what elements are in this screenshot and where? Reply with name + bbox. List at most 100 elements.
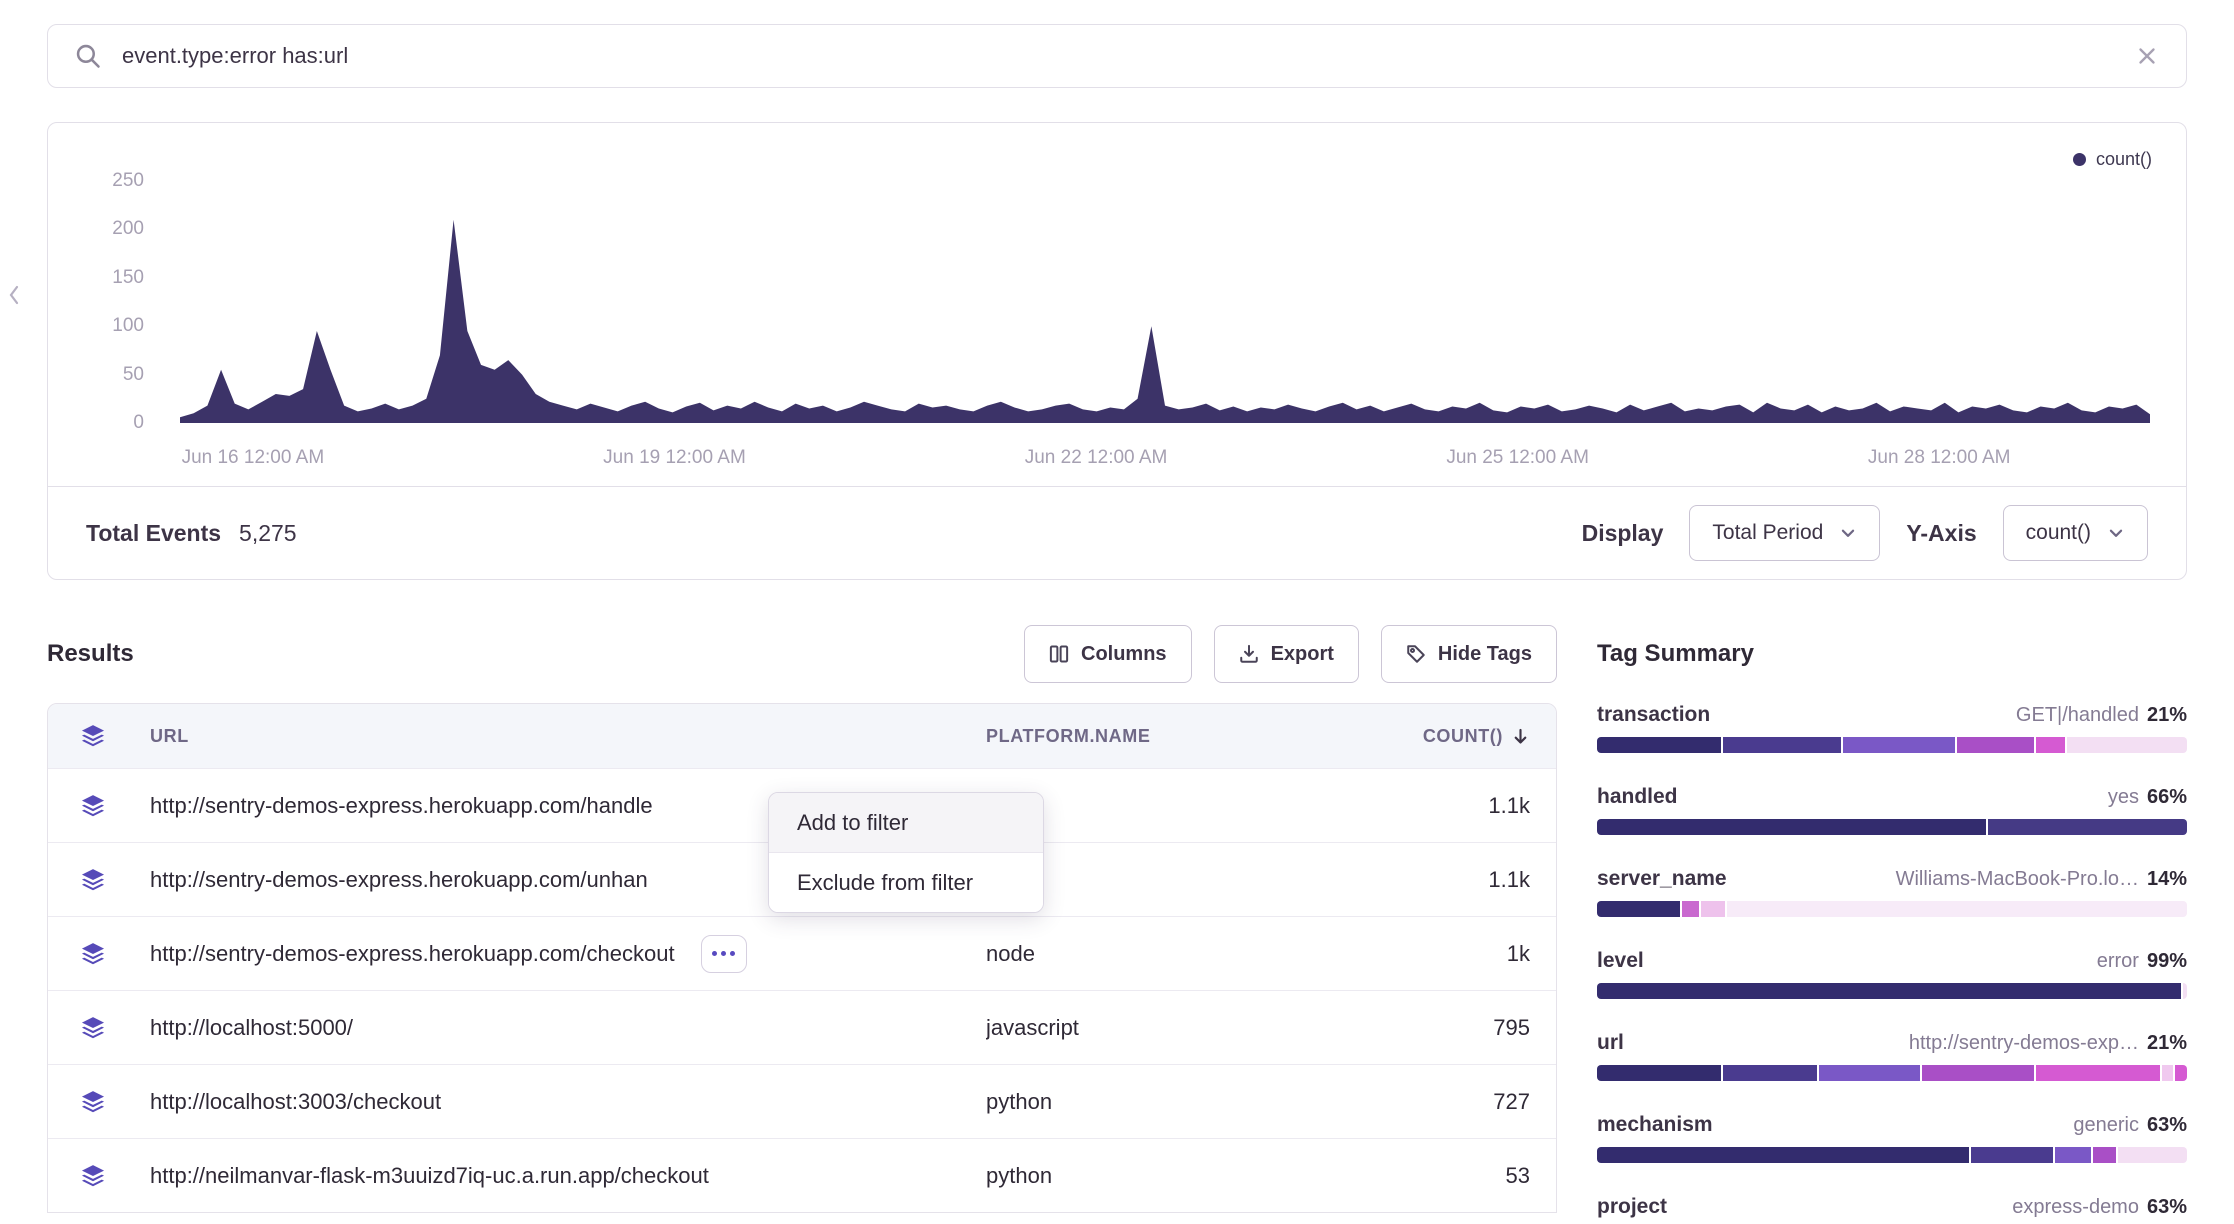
menu-item-add-to-filter[interactable]: Add to filter <box>769 793 1043 853</box>
yaxis-dropdown[interactable]: count() <box>2003 505 2148 561</box>
tag-bar-segment[interactable] <box>2055 1147 2090 1163</box>
tag-bar-segment[interactable] <box>2036 737 2066 753</box>
url-cell[interactable]: http://localhost:3003/checkout <box>150 1089 441 1115</box>
tag-name: url <box>1597 1031 1624 1055</box>
events-area-chart[interactable] <box>180 181 2150 423</box>
tag-bar-segment[interactable] <box>1597 1147 1969 1163</box>
tag-top-value: GET|/handled <box>2016 704 2139 726</box>
tag-bar-segment[interactable] <box>1988 819 2187 835</box>
tag-bar-segment[interactable] <box>1597 737 1721 753</box>
clear-search-icon[interactable] <box>2134 43 2160 69</box>
tag-bar-segment[interactable] <box>1723 1065 1817 1081</box>
table-header: URL PLATFORM.NAME COUNT() <box>48 704 1556 768</box>
count-cell: 1k <box>1376 941 1556 967</box>
table-row: http://localhost:3003/checkoutpython727 <box>48 1064 1556 1138</box>
tag-bar-segment[interactable] <box>1597 819 1986 835</box>
tag-name: transaction <box>1597 703 1710 727</box>
tag-bar-segment[interactable] <box>2183 983 2187 999</box>
table-actions: Columns Export Hide Tags <box>1024 625 1557 683</box>
url-cell[interactable]: http://sentry-demos-express.herokuapp.co… <box>150 941 675 967</box>
tag-bar-segment[interactable] <box>1597 983 2181 999</box>
chart-area-path <box>180 220 2150 423</box>
url-cell[interactable]: http://sentry-demos-express.herokuapp.co… <box>150 867 648 893</box>
row-actions-button[interactable] <box>701 935 747 973</box>
count-cell: 53 <box>1376 1163 1556 1189</box>
tag-summary-list: transaction GET|/handled 21% handledyes66% s… <box>1597 703 2187 1224</box>
columns-button[interactable]: Columns <box>1024 625 1192 683</box>
tag-summary-item: handledyes66% <box>1597 785 2187 835</box>
tag-bar-segment[interactable] <box>1922 1065 2034 1081</box>
export-button[interactable]: Export <box>1214 625 1359 683</box>
table-row: http://sentry-demos-express.herokuapp.co… <box>48 916 1556 990</box>
tag-bar-segment[interactable] <box>1723 737 1841 753</box>
y-tick-label: 100 <box>112 315 144 337</box>
column-header-url[interactable]: URL <box>138 726 986 747</box>
layers-icon <box>48 793 138 819</box>
legend-count[interactable]: count() <box>2073 149 2152 170</box>
y-tick-label: 200 <box>112 218 144 240</box>
x-tick-label: Jun 16 12:00 AM <box>182 447 325 469</box>
tag-bar-segment[interactable] <box>2175 1065 2187 1081</box>
tag-summary-item: mechanismgeneric63% <box>1597 1113 2187 1163</box>
display-dropdown[interactable]: Total Period <box>1689 505 1880 561</box>
total-events-label: Total Events <box>86 520 221 547</box>
yaxis-dropdown-value: count() <box>2026 521 2091 545</box>
tag-bar-segment[interactable] <box>2118 1147 2187 1163</box>
search-bar[interactable] <box>47 24 2187 88</box>
x-tick-label: Jun 25 12:00 AM <box>1446 447 1589 469</box>
count-cell: 795 <box>1376 1015 1556 1041</box>
tag-bar-segment[interactable] <box>1819 1065 1919 1081</box>
tag-bar-segment[interactable] <box>1971 1147 2054 1163</box>
tag-bar-segment[interactable] <box>1682 901 1700 917</box>
tag-bar-segment[interactable] <box>1597 1065 1721 1081</box>
tag-bar-segment[interactable] <box>1957 737 2034 753</box>
total-events-value: 5,275 <box>239 520 297 547</box>
tag-distribution-bar[interactable] <box>1597 737 2187 753</box>
tag-bar-segment[interactable] <box>2093 1147 2117 1163</box>
tag-distribution-bar[interactable] <box>1597 1065 2187 1081</box>
url-cell[interactable]: http://sentry-demos-express.herokuapp.co… <box>150 793 653 819</box>
tag-bar-segment[interactable] <box>2162 1065 2174 1081</box>
layers-icon <box>48 1015 138 1041</box>
tag-distribution-bar[interactable] <box>1597 819 2187 835</box>
tag-summary-title: Tag Summary <box>1597 640 1754 668</box>
column-header-count[interactable]: COUNT() <box>1376 726 1556 747</box>
table-row: http://localhost:5000/javascript795 <box>48 990 1556 1064</box>
tag-top-value: http://sentry-demos-exp… <box>1909 1032 2139 1054</box>
tag-bar-segment[interactable] <box>1597 901 1680 917</box>
display-label: Display <box>1582 520 1664 547</box>
tag-bar-segment[interactable] <box>2067 737 2187 753</box>
hide-tags-button[interactable]: Hide Tags <box>1381 625 1557 683</box>
url-cell[interactable]: http://neilmanvar-flask-m3uuizd7iq-uc.a.… <box>150 1163 709 1189</box>
column-header-platform[interactable]: PLATFORM.NAME <box>986 726 1376 747</box>
legend-label: count() <box>2096 149 2152 170</box>
search-icon <box>74 42 102 70</box>
layers-icon <box>48 723 138 749</box>
url-cell[interactable]: http://localhost:5000/ <box>150 1015 353 1041</box>
layers-icon <box>48 1089 138 1115</box>
tag-distribution-bar[interactable] <box>1597 1147 2187 1163</box>
sort-descending-icon <box>1511 727 1530 746</box>
tag-summary-item: server_nameWilliams-MacBook-Pro.lo…14% <box>1597 867 2187 917</box>
tag-distribution-bar[interactable] <box>1597 983 2187 999</box>
tag-top-value: Williams-MacBook-Pro.lo… <box>1896 868 2139 890</box>
menu-item-exclude-from-filter[interactable]: Exclude from filter <box>769 853 1043 912</box>
chevron-down-icon <box>2107 524 2125 542</box>
count-cell: 727 <box>1376 1089 1556 1115</box>
chart-footer: Total Events 5,275 Display Total Period … <box>48 486 2186 579</box>
sidebar-collapse-icon[interactable] <box>6 282 22 313</box>
tag-top-percent: 21% <box>2147 704 2187 726</box>
tag-distribution-bar[interactable] <box>1597 901 2187 917</box>
tag-bar-segment[interactable] <box>2036 1065 2160 1081</box>
button-label: Columns <box>1081 643 1167 666</box>
tag-bar-segment[interactable] <box>1727 901 2187 917</box>
tag-bar-segment[interactable] <box>1701 901 1725 917</box>
tag-summary-item: url http://sentry-demos-exp… 21% <box>1597 1031 2187 1081</box>
tag-bar-segment[interactable] <box>1843 737 1955 753</box>
tag-top-value: express-demo <box>2012 1196 2139 1218</box>
search-input[interactable] <box>120 42 2116 70</box>
tag-top-percent: 99% <box>2147 950 2187 972</box>
tag-top-percent: 21% <box>2147 1032 2187 1054</box>
chart-plot-area[interactable]: Jun 16 12:00 AMJun 19 12:00 AMJun 22 12:… <box>180 181 2150 423</box>
x-tick-label: Jun 28 12:00 AM <box>1868 447 2011 469</box>
